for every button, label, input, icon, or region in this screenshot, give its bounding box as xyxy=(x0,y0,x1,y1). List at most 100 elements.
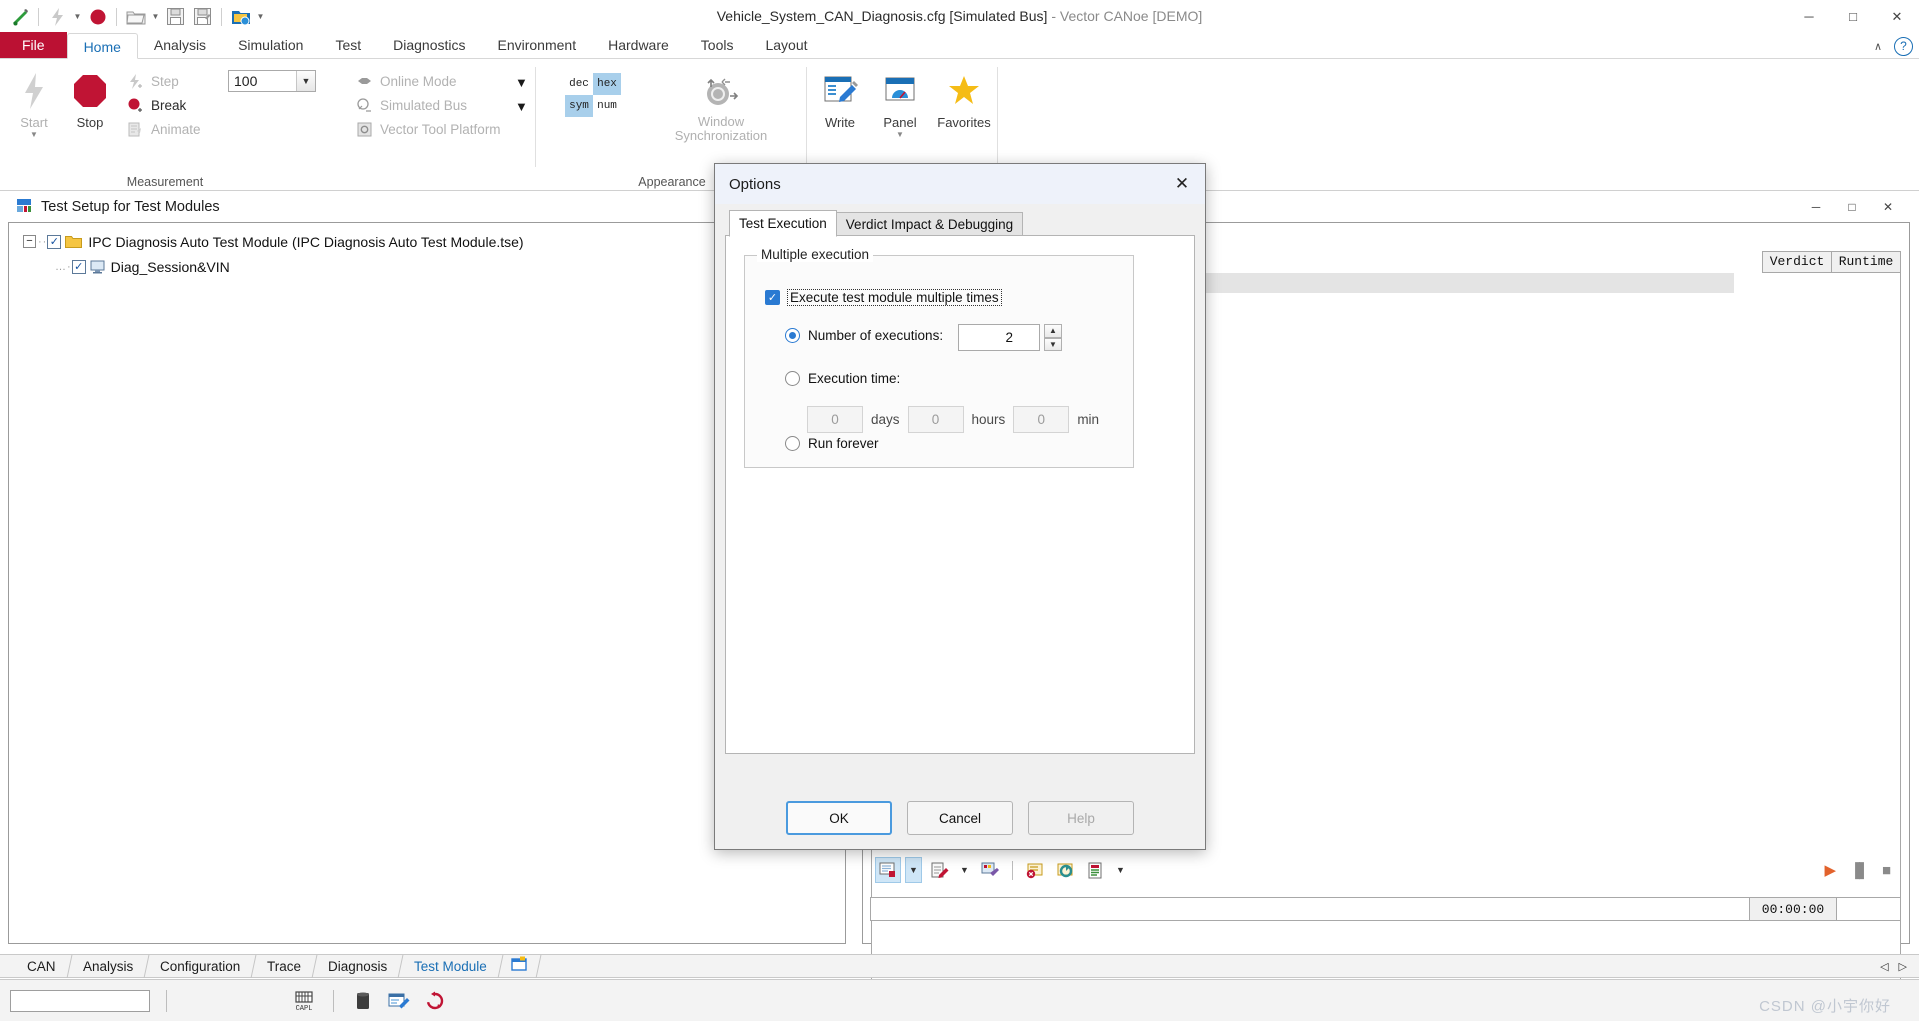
tree-item-checkbox[interactable]: ✓ xyxy=(47,234,62,249)
maximize-button[interactable]: □ xyxy=(1831,0,1875,33)
start-button-caret[interactable]: ▼ xyxy=(6,130,62,139)
report-button[interactable] xyxy=(875,857,901,883)
collapse-ribbon-icon[interactable]: ∧ xyxy=(1874,40,1882,53)
customize-qat-icon[interactable]: ▼ xyxy=(254,12,267,21)
tree-expander-icon[interactable]: − xyxy=(23,235,36,248)
canoe-logo-icon[interactable] xyxy=(6,3,33,30)
options-dialog-close-button[interactable]: ✕ xyxy=(1159,164,1205,204)
record-icon[interactable] xyxy=(84,3,111,30)
ribbon-tab-diagnostics[interactable]: Diagnostics xyxy=(377,32,481,58)
open-config-icon[interactable] xyxy=(122,3,149,30)
desktop-tab-trace[interactable]: Trace xyxy=(251,954,318,978)
desktop-tab-test-module[interactable]: Test Module xyxy=(398,954,504,978)
tree-subitem-checkbox[interactable]: ✓ xyxy=(71,259,86,274)
favorites-button[interactable]: Favorites xyxy=(932,67,996,130)
save-as-icon[interactable] xyxy=(189,3,216,30)
start-measurement-icon[interactable] xyxy=(44,3,71,30)
edit-test-caret[interactable]: ▼ xyxy=(956,857,973,883)
ribbon-tab-analysis[interactable]: Analysis xyxy=(138,32,222,58)
minimize-button[interactable]: ─ xyxy=(1787,0,1831,33)
vector-tool-platform-button[interactable]: Vector Tool Platform xyxy=(355,117,501,142)
tab-scroll-right-icon[interactable]: ▷ xyxy=(1899,960,1907,973)
desktop-tab-diagnosis[interactable]: Diagnosis xyxy=(312,954,404,978)
test-setup-minimize-button[interactable]: ─ xyxy=(1798,192,1834,222)
ribbon-tab-environment[interactable]: Environment xyxy=(482,32,593,58)
simulated-bus-caret[interactable]: ▼ xyxy=(515,99,528,114)
panel-caret[interactable]: ▼ xyxy=(872,130,928,139)
number-of-executions-input[interactable]: 2 xyxy=(958,324,1040,351)
desktop-tab-configuration[interactable]: Configuration xyxy=(144,954,257,978)
online-mode-button[interactable]: Online Mode xyxy=(355,69,457,94)
ribbon-tab-hardware[interactable]: Hardware xyxy=(592,32,685,58)
execution-time-radio-row[interactable]: Execution time: xyxy=(785,371,900,386)
new-tab-icon[interactable] xyxy=(498,954,542,978)
test-setup-maximize-button[interactable]: □ xyxy=(1834,192,1870,222)
number-of-executions-radio[interactable] xyxy=(785,328,800,343)
execution-hours-input[interactable]: 0 xyxy=(907,406,964,433)
run-forever-radio-row[interactable]: Run forever xyxy=(785,436,879,451)
column-header-runtime[interactable]: Runtime xyxy=(1831,251,1901,273)
edit-test-button[interactable] xyxy=(926,857,952,883)
execute-multiple-times-checkbox-row[interactable]: ✓ Execute test module multiple times xyxy=(765,289,1002,306)
numbase-num-button[interactable]: num xyxy=(593,95,621,117)
simulated-bus-button[interactable]: Simulated Bus xyxy=(355,93,467,118)
show-report-button[interactable] xyxy=(1082,857,1108,883)
execute-multiple-times-checkbox[interactable]: ✓ xyxy=(765,290,780,305)
number-of-executions-stepper[interactable]: 2 ▲ ▼ xyxy=(958,324,1062,351)
window-synchronization-button[interactable]: Window Synchronization xyxy=(665,67,777,143)
help-icon[interactable]: ? xyxy=(1894,36,1913,56)
panel-button[interactable]: Panel ▼ xyxy=(872,67,928,139)
start-button[interactable]: Start ▼ xyxy=(6,67,62,139)
run-forever-radio[interactable] xyxy=(785,436,800,451)
ribbon-tab-simulation[interactable]: Simulation xyxy=(222,32,319,58)
ribbon-tab-tools[interactable]: Tools xyxy=(685,32,750,58)
execution-time-radio[interactable] xyxy=(785,371,800,386)
capl-browser-icon[interactable]: CAPL xyxy=(291,988,317,1014)
error-filter-button[interactable] xyxy=(1022,857,1048,883)
ribbon-tab-home[interactable]: Home xyxy=(66,33,138,59)
numbase-sym-button[interactable]: sym xyxy=(565,95,593,117)
online-mode-caret[interactable]: ▼ xyxy=(515,75,528,90)
measurement-speed-combo[interactable]: 100 ▼ xyxy=(228,70,316,92)
close-button[interactable]: ✕ xyxy=(1875,0,1919,33)
execution-days-input[interactable]: 0 xyxy=(807,406,863,433)
database-icon[interactable] xyxy=(350,988,376,1014)
spin-up-icon[interactable]: ▲ xyxy=(1044,324,1062,338)
ribbon-tab-layout[interactable]: Layout xyxy=(749,32,823,58)
start-measurement-caret[interactable]: ▼ xyxy=(71,12,84,21)
test-setup-close-button[interactable]: ✕ xyxy=(1870,192,1906,222)
stop-button[interactable]: Stop xyxy=(62,67,118,130)
ribbon-tab-test[interactable]: Test xyxy=(319,32,377,58)
show-report-caret[interactable]: ▼ xyxy=(1112,857,1129,883)
tab-verdict-impact-debugging[interactable]: Verdict Impact & Debugging xyxy=(835,212,1024,237)
configuration-folder-icon[interactable] xyxy=(227,3,254,30)
step-button[interactable]: Step xyxy=(126,69,179,94)
test-configuration-button[interactable] xyxy=(977,857,1003,883)
spin-down-icon[interactable]: ▼ xyxy=(1044,337,1062,351)
execution-minutes-input[interactable]: 0 xyxy=(1013,406,1070,433)
desktop-tab-can[interactable]: CAN xyxy=(11,954,72,978)
notes-icon[interactable] xyxy=(386,988,412,1014)
chevron-down-icon[interactable]: ▼ xyxy=(296,71,315,91)
reload-test-button[interactable] xyxy=(1052,857,1078,883)
open-config-caret[interactable]: ▼ xyxy=(149,12,162,21)
start-test-button[interactable]: ▶ xyxy=(1825,861,1837,879)
number-of-executions-radio-row[interactable]: Number of executions: xyxy=(785,328,943,343)
ribbon-tab-file[interactable]: File xyxy=(0,32,67,58)
numbase-hex-button[interactable]: hex xyxy=(593,73,621,95)
write-window-button[interactable]: Write xyxy=(812,67,868,130)
tab-test-execution[interactable]: Test Execution xyxy=(729,210,837,237)
pause-test-button[interactable]: ▐▌ xyxy=(1850,862,1869,878)
animate-button[interactable]: Animate xyxy=(126,117,201,142)
cancel-button[interactable]: Cancel xyxy=(907,801,1013,835)
report-dropdown-caret[interactable]: ▼ xyxy=(905,857,922,883)
stop-test-button[interactable]: ■ xyxy=(1882,862,1891,879)
column-header-verdict[interactable]: Verdict xyxy=(1762,251,1832,273)
reset-icon[interactable] xyxy=(422,988,448,1014)
tab-scroll-left-icon[interactable]: ◁ xyxy=(1880,960,1888,973)
ok-button[interactable]: OK xyxy=(786,801,892,835)
numbase-dec-button[interactable]: dec xyxy=(565,73,593,95)
desktop-tab-analysis[interactable]: Analysis xyxy=(67,954,150,978)
break-button[interactable]: Break xyxy=(126,93,186,118)
save-icon[interactable] xyxy=(162,3,189,30)
